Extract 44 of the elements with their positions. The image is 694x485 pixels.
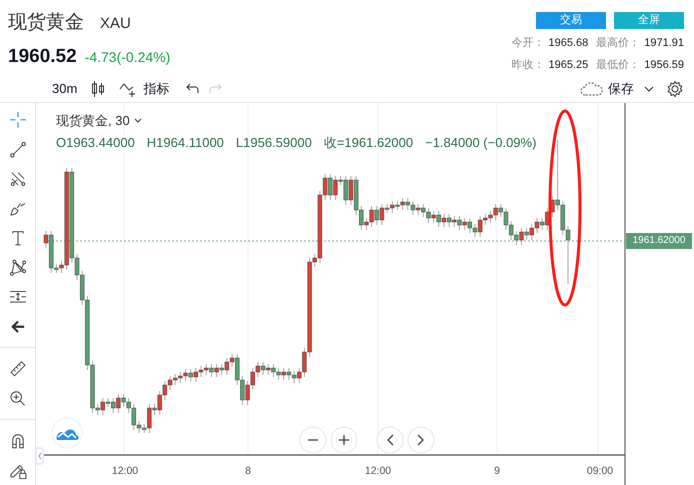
interval-selector[interactable]: 30m bbox=[52, 78, 78, 98]
stat-label: 最高价： bbox=[596, 36, 640, 51]
time-axis-label: 9 bbox=[494, 465, 500, 477]
zoom-in-button[interactable] bbox=[330, 426, 358, 454]
crosshair-icon[interactable] bbox=[8, 111, 28, 128]
last-price-label: 1961.62000 bbox=[626, 233, 692, 249]
instrument-name: 现货黄金 bbox=[8, 10, 84, 35]
ohlc-value: H1964.11000 bbox=[146, 134, 224, 152]
scroll-left-button[interactable] bbox=[376, 426, 404, 454]
stat-value: 1956.59 bbox=[644, 58, 684, 72]
line-tool-icon[interactable] bbox=[8, 140, 28, 158]
stat-label: 昨收： bbox=[511, 58, 544, 72]
undo-icon[interactable] bbox=[185, 82, 200, 94]
stat-value: 1965.25 bbox=[548, 58, 588, 72]
cloud-icon bbox=[580, 82, 604, 96]
instrument-symbol: XAU bbox=[100, 14, 131, 34]
time-axis-label: 12:00 bbox=[364, 465, 392, 477]
chevron-down-icon[interactable] bbox=[644, 86, 654, 92]
indicators-button[interactable]: 指标 bbox=[119, 78, 170, 98]
candlestick-icon[interactable] bbox=[91, 80, 106, 98]
save-button[interactable]: 保存 bbox=[580, 78, 634, 98]
legend-title: 现货黄金, 30 bbox=[56, 112, 130, 130]
time-axis-label: 09:00 bbox=[586, 465, 614, 477]
collapse-tab[interactable] bbox=[36, 448, 44, 464]
scroll-right-button[interactable] bbox=[408, 426, 434, 454]
measure-icon[interactable] bbox=[8, 288, 28, 306]
ohlc-value: O1963.44000 bbox=[56, 134, 135, 152]
current-price: 1960.52 bbox=[8, 44, 77, 68]
chart-logo[interactable] bbox=[52, 418, 82, 448]
zoom-in-icon[interactable] bbox=[8, 390, 28, 407]
time-axis-label: 8 bbox=[245, 465, 251, 477]
stat-label: 今开： bbox=[511, 36, 544, 51]
stat-value: 1965.68 bbox=[548, 36, 588, 51]
price-change: -4.73(-0.24%) bbox=[84, 48, 170, 67]
stat-label: 最低价： bbox=[596, 58, 640, 72]
ohlc-value: −1.84000 (−0.09%) bbox=[425, 134, 536, 152]
ohlc-value: L1956.59000 bbox=[236, 134, 312, 152]
time-axis-label: 12:00 bbox=[112, 465, 138, 477]
ruler-icon[interactable] bbox=[8, 360, 28, 378]
chevron-down-icon[interactable] bbox=[134, 118, 142, 124]
pattern-icon[interactable] bbox=[8, 258, 28, 276]
ohlc-value: 收=1961.62000 bbox=[324, 134, 414, 152]
settings-icon[interactable] bbox=[666, 80, 684, 98]
stat-value: 1971.91 bbox=[644, 36, 684, 51]
